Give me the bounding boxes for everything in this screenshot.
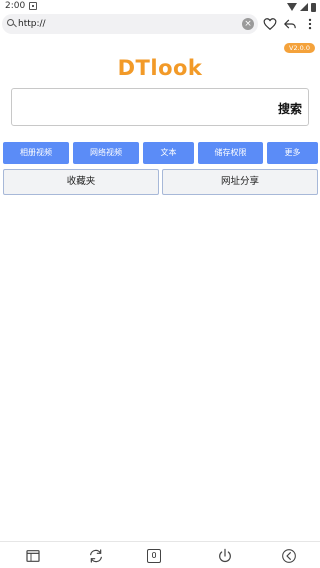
tab-count-button[interactable]: 0: [147, 549, 161, 563]
back-icon[interactable]: [281, 548, 297, 564]
url-bar[interactable]: ×: [2, 14, 258, 34]
album-video-button[interactable]: 相册视频: [3, 142, 69, 164]
status-bar: 2:00: [0, 0, 320, 14]
version-badge: V2.0.0: [284, 43, 315, 53]
reply-icon[interactable]: [283, 16, 297, 32]
battery-icon: [311, 2, 316, 12]
heart-icon[interactable]: [263, 16, 277, 32]
text-button[interactable]: 文本: [143, 142, 194, 164]
browser-screen: 2:00 × V2.0.0 DTlook 搜索 相册视频 网络视频 文本 储存权…: [0, 0, 320, 568]
more-vertical-icon[interactable]: [303, 16, 317, 32]
power-icon[interactable]: [217, 548, 233, 564]
share-url-button[interactable]: 网址分享: [162, 169, 318, 195]
search-box: 搜索: [11, 88, 309, 126]
search-button[interactable]: 搜索: [278, 100, 302, 117]
more-button[interactable]: 更多: [267, 142, 318, 164]
status-time: 2:00: [5, 1, 26, 11]
clear-icon[interactable]: ×: [242, 18, 254, 30]
refresh-icon[interactable]: [88, 548, 104, 564]
search-icon: [7, 19, 14, 26]
search-input[interactable]: [18, 97, 268, 119]
status-indicators: [287, 2, 316, 12]
app-logo: DTlook: [117, 56, 203, 80]
favorites-button[interactable]: 收藏夹: [3, 169, 159, 195]
storage-permission-button[interactable]: 储存权限: [198, 142, 263, 164]
network-video-button[interactable]: 网络视频: [73, 142, 139, 164]
wifi-icon: [287, 3, 297, 11]
url-input[interactable]: [18, 17, 238, 31]
notification-icon: [29, 2, 37, 10]
signal-icon: [300, 3, 308, 11]
bottom-nav: 0: [0, 541, 320, 568]
window-icon[interactable]: [25, 548, 41, 564]
